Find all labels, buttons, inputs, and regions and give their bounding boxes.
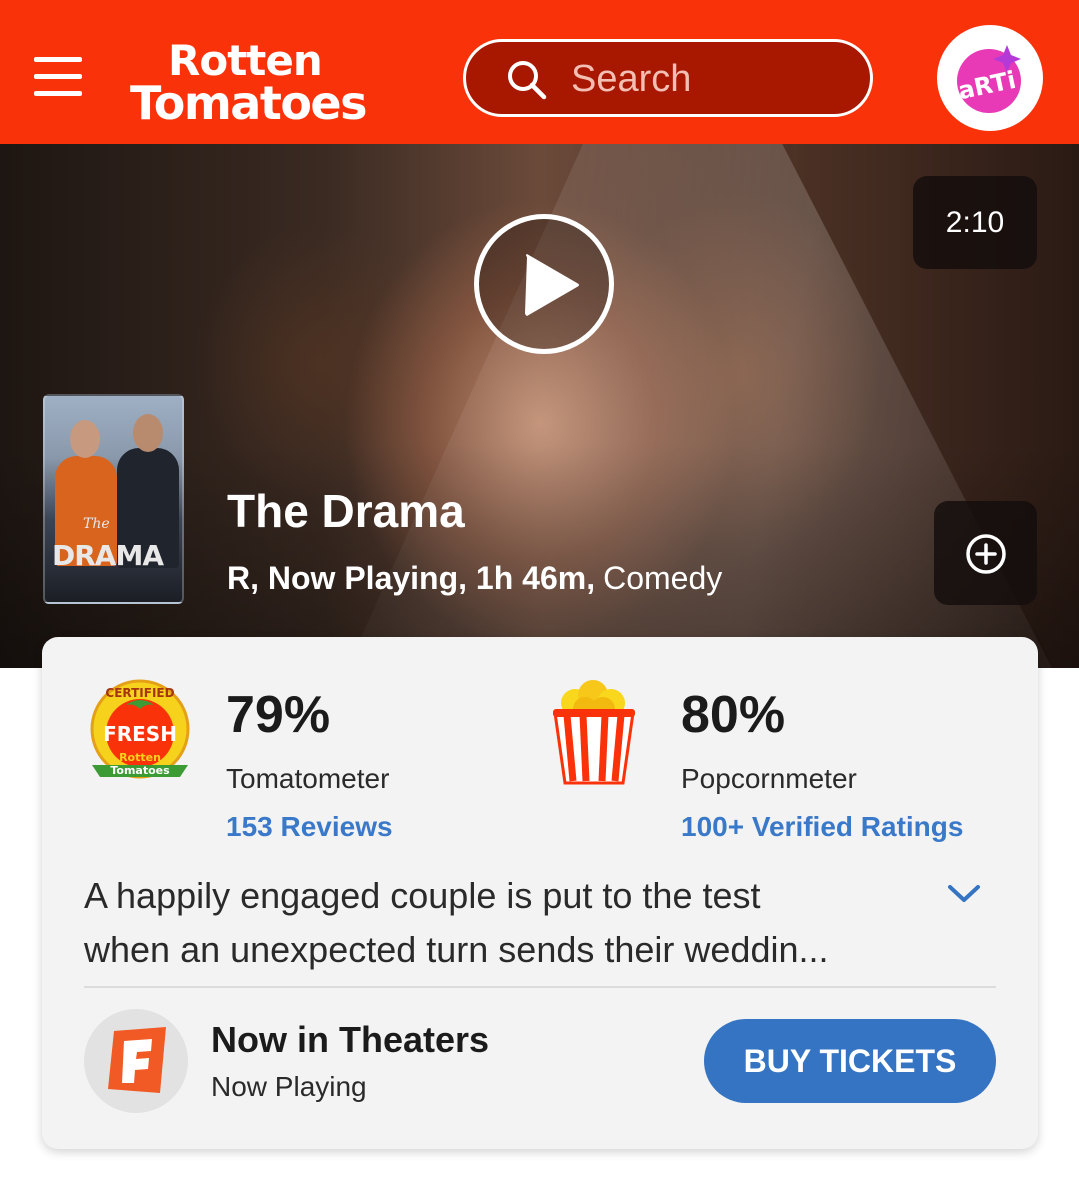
movie-poster[interactable]: The DRAMA (43, 394, 184, 604)
popcorn-bucket-icon (553, 680, 635, 785)
fandango-icon (108, 1027, 166, 1093)
top-header: Rotten Tomatoes Search aRTi (0, 0, 1079, 144)
now-playing-subtitle: Now Playing (211, 1071, 367, 1102)
play-trailer-button[interactable] (474, 214, 614, 354)
popcornmeter-ratings-link[interactable]: 100+ Verified Ratings (681, 811, 963, 843)
chevron-down-icon[interactable] (946, 881, 982, 905)
badge-brand-line2: Tomatoes (110, 764, 170, 777)
user-avatar[interactable]: aRTi (937, 25, 1043, 131)
synopsis-line-1: A happily engaged couple is put to the t… (84, 875, 761, 916)
badge-brand-line1: Rotten (119, 751, 161, 764)
tomatometer-reviews-link[interactable]: 153 Reviews (226, 811, 393, 843)
score-card: CERTIFIED FRESH Rotten Tomatoes 79% Toma… (42, 637, 1038, 1149)
now-in-theaters-title: Now in Theaters (211, 1019, 490, 1060)
poster-head-right (133, 414, 163, 452)
popcornmeter-label: Popcornmeter (681, 763, 857, 794)
certified-fresh-icon: CERTIFIED FRESH Rotten Tomatoes (90, 679, 190, 779)
movie-meta: R, Now Playing, 1h 46m, Comedy (227, 560, 722, 597)
arti-icon: aRTi (956, 45, 1021, 113)
movie-rating-status-runtime: R, Now Playing, 1h 46m, (227, 560, 596, 596)
synopsis-line-2: when an unexpected turn sends their wedd… (84, 929, 829, 970)
movie-title: The Drama (227, 485, 465, 537)
tomatometer-label: Tomatometer (226, 763, 390, 794)
trailer-hero: 2:10 The DRAMA The Drama R, Now Playing,… (0, 144, 1079, 668)
menu-icon[interactable] (34, 55, 84, 99)
play-icon (525, 254, 579, 316)
search-placeholder: Search (571, 58, 692, 100)
popcornmeter-score: 80% (681, 686, 786, 744)
video-duration: 2:10 (913, 176, 1037, 269)
poster-head-left (70, 420, 100, 458)
add-to-watchlist-button[interactable] (934, 501, 1037, 605)
movie-genre: Comedy (603, 560, 723, 596)
poster-title-prefix: The (83, 516, 110, 532)
search-bar[interactable]: Search (463, 39, 873, 117)
tomatometer-score: 79% (226, 686, 331, 744)
plus-circle-icon (966, 534, 1006, 574)
rotten-tomatoes-logo[interactable]: Rotten Tomatoes (130, 36, 415, 130)
search-icon (508, 61, 547, 100)
buy-tickets-button[interactable]: BUY TICKETS (704, 1019, 996, 1103)
poster-title: DRAMA (52, 539, 164, 572)
badge-fresh-text: FRESH (103, 722, 177, 746)
badge-certified-text: CERTIFIED (105, 686, 174, 700)
logo-line2: Tomatoes (130, 76, 368, 130)
synopsis: A happily engaged couple is put to the t… (84, 869, 914, 977)
divider (84, 986, 996, 988)
fandango-logo (84, 1009, 188, 1113)
